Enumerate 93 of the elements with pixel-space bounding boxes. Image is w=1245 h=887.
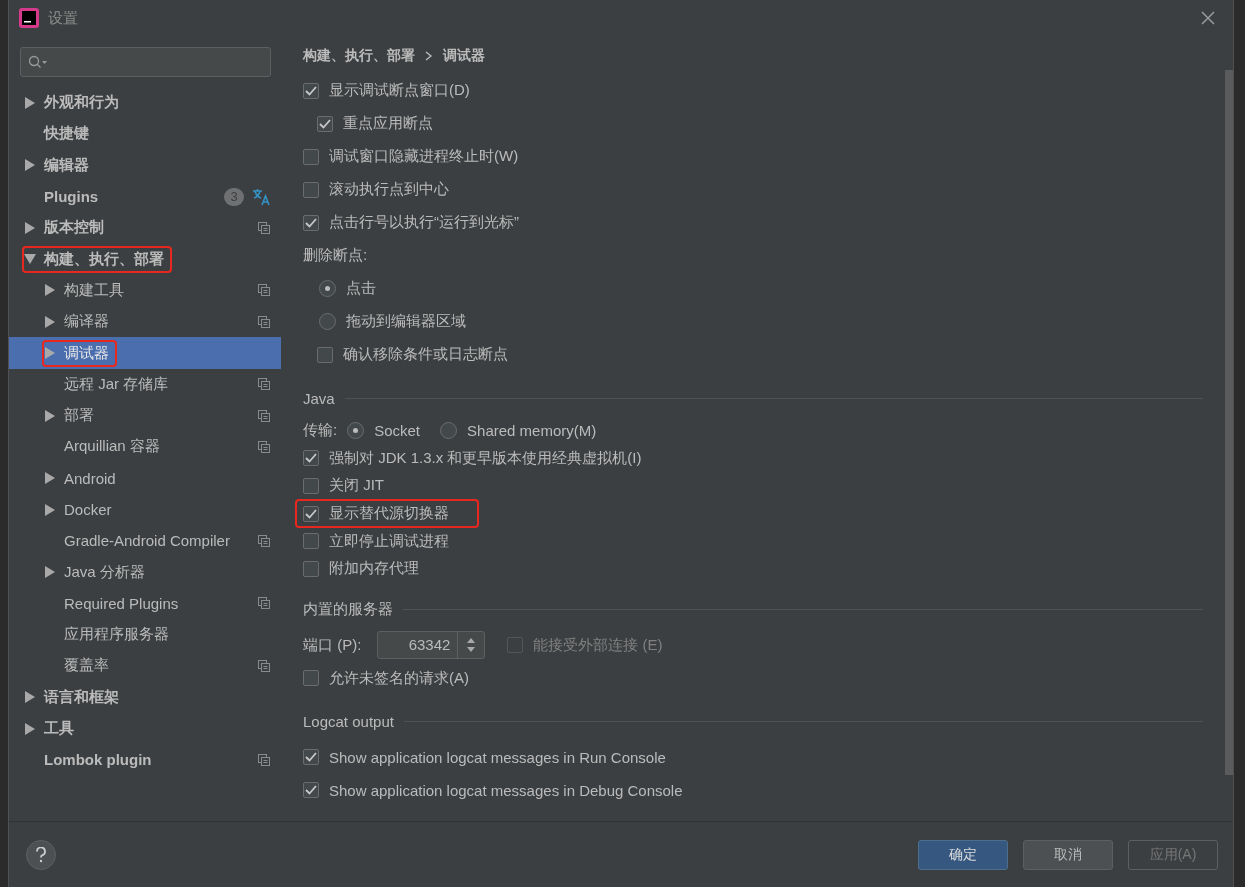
expand-arrow-icon[interactable] xyxy=(44,315,56,328)
checkbox-label: 立即停止调试进程 xyxy=(329,531,449,551)
tree-item[interactable]: Plugins xyxy=(44,188,99,206)
checkbox[interactable] xyxy=(303,450,319,467)
tree-item[interactable]: Gradle-Android Compiler xyxy=(64,532,230,550)
tree-item[interactable]: 构建、执行、部署 xyxy=(44,249,164,269)
tree-item[interactable]: 编译器 xyxy=(64,312,109,332)
tree-item[interactable]: 调试器 xyxy=(64,343,109,363)
tree-item[interactable]: 构建工具 xyxy=(64,280,124,300)
option-label: 传输: xyxy=(303,421,338,441)
option-label: 删除断点: xyxy=(303,246,368,265)
help-button[interactable] xyxy=(26,839,56,870)
radio-label: Socket xyxy=(374,422,421,440)
tree-item[interactable]: 远程 Jar 存储库 xyxy=(64,374,169,394)
breadcrumb-item[interactable]: 构建、执行、部署 xyxy=(303,47,415,65)
radio-button[interactable] xyxy=(319,313,336,330)
checkbox[interactable] xyxy=(303,82,319,99)
search-field[interactable] xyxy=(20,47,271,77)
tree-item[interactable]: Docker xyxy=(64,501,112,518)
radio-label: Shared memory(M) xyxy=(467,422,597,440)
checkbox[interactable] xyxy=(303,214,319,231)
tree-item[interactable]: 外观和行为 xyxy=(44,93,119,113)
dialog-button[interactable]: 取消 xyxy=(1023,839,1113,870)
section-title: Java xyxy=(303,389,335,407)
tree-item[interactable]: 快捷键 xyxy=(44,124,89,144)
radio-button[interactable] xyxy=(319,280,336,297)
breadcrumb-item[interactable]: 调试器 xyxy=(443,47,485,65)
expand-arrow-icon[interactable] xyxy=(44,284,56,297)
checkbox-label: 显示调试断点窗口(D) xyxy=(329,81,470,100)
tree-item[interactable]: 工具 xyxy=(44,719,74,739)
tree-item[interactable]: 语言和框架 xyxy=(44,687,119,707)
tree-item[interactable]: 编辑器 xyxy=(44,155,89,175)
checkbox-label: 附加内存代理 xyxy=(329,559,419,579)
expand-arrow-icon[interactable] xyxy=(44,503,56,516)
checkbox-label: Show application logcat messages in Run Console xyxy=(329,748,666,766)
tree-item[interactable]: Arquillian 容器 xyxy=(64,437,160,457)
close-icon[interactable] xyxy=(1201,11,1215,25)
tree-item[interactable]: 应用程序服务器 xyxy=(64,625,169,645)
expand-arrow-icon[interactable] xyxy=(24,722,36,735)
port-spinner[interactable]: 63342 xyxy=(377,631,486,660)
tree-item[interactable]: 覆盖率 xyxy=(64,656,109,676)
app-logo-icon xyxy=(19,8,39,28)
window-title: 设置 xyxy=(48,8,78,28)
checkbox[interactable] xyxy=(317,346,333,363)
checkbox[interactable] xyxy=(303,749,319,766)
radio-label: 点击 xyxy=(346,279,376,298)
checkbox[interactable] xyxy=(303,148,319,165)
checkbox-label: 显示替代源切换器 xyxy=(329,504,449,524)
scrollbar[interactable] xyxy=(1225,70,1233,775)
checkbox-label: Show application logcat messages in Debug Console xyxy=(329,781,683,799)
checkbox-label: 点击行号以执行“运行到光标” xyxy=(329,213,519,232)
checkbox-label: 确认移除条件或日志断点 xyxy=(343,345,508,364)
section-title: 内置的服务器 xyxy=(303,600,393,620)
expand-arrow-icon[interactable] xyxy=(24,253,36,266)
help-icon xyxy=(35,846,47,863)
checkbox-label: 调试窗口隐藏进程终止时(W) xyxy=(329,147,519,166)
checkbox[interactable] xyxy=(303,782,319,799)
tree-item[interactable]: Required Plugins xyxy=(64,594,179,612)
checkbox-label: 允许未签名的请求(A) xyxy=(329,668,469,688)
checkbox-label: 滚动执行点到中心 xyxy=(329,180,449,199)
checkbox[interactable] xyxy=(303,505,319,522)
checkbox[interactable] xyxy=(303,181,319,198)
selected-tree-item[interactable]: 调试器 xyxy=(9,337,281,369)
section-title: Logcat output xyxy=(303,713,394,731)
radio-button[interactable] xyxy=(440,422,458,440)
tree-item[interactable]: Android xyxy=(64,469,116,487)
expand-arrow-icon[interactable] xyxy=(44,566,56,579)
tree-item[interactable]: Lombok plugin xyxy=(44,751,152,769)
checkbox-label: 强制对 JDK 1.3.x 和更早版本使用经典虚拟机(I) xyxy=(329,448,642,468)
checkbox-label: 关闭 JIT xyxy=(329,476,384,496)
field-label: 端口 (P): xyxy=(303,635,362,655)
tree-item[interactable]: Java 分析器 xyxy=(64,562,145,582)
expand-arrow-icon[interactable] xyxy=(24,96,36,109)
checkbox[interactable] xyxy=(303,670,319,687)
ok-button[interactable]: 确定 xyxy=(918,839,1008,870)
chevron-icon xyxy=(425,51,433,61)
spinner-arrows-icon[interactable] xyxy=(466,637,477,654)
expand-arrow-icon[interactable] xyxy=(24,221,36,234)
expand-arrow-icon[interactable] xyxy=(24,159,36,172)
checkbox[interactable] xyxy=(303,478,319,494)
checkbox-label: 重点应用断点 xyxy=(343,114,433,133)
search-icon xyxy=(28,55,48,69)
expand-arrow-icon[interactable] xyxy=(44,409,56,422)
checkbox-label: 能接受外部连接 (E) xyxy=(533,635,663,655)
tree-item[interactable]: 版本控制 xyxy=(44,218,104,238)
radio-label: 拖动到编辑器区域 xyxy=(346,312,466,331)
checkbox[interactable] xyxy=(317,115,333,132)
radio-button[interactable] xyxy=(347,422,365,440)
expand-arrow-icon[interactable] xyxy=(44,472,56,485)
expand-arrow-icon[interactable] xyxy=(24,691,36,704)
checkbox[interactable] xyxy=(303,533,319,550)
checkbox[interactable] xyxy=(303,560,319,577)
tree-item[interactable]: 部署 xyxy=(64,406,94,426)
